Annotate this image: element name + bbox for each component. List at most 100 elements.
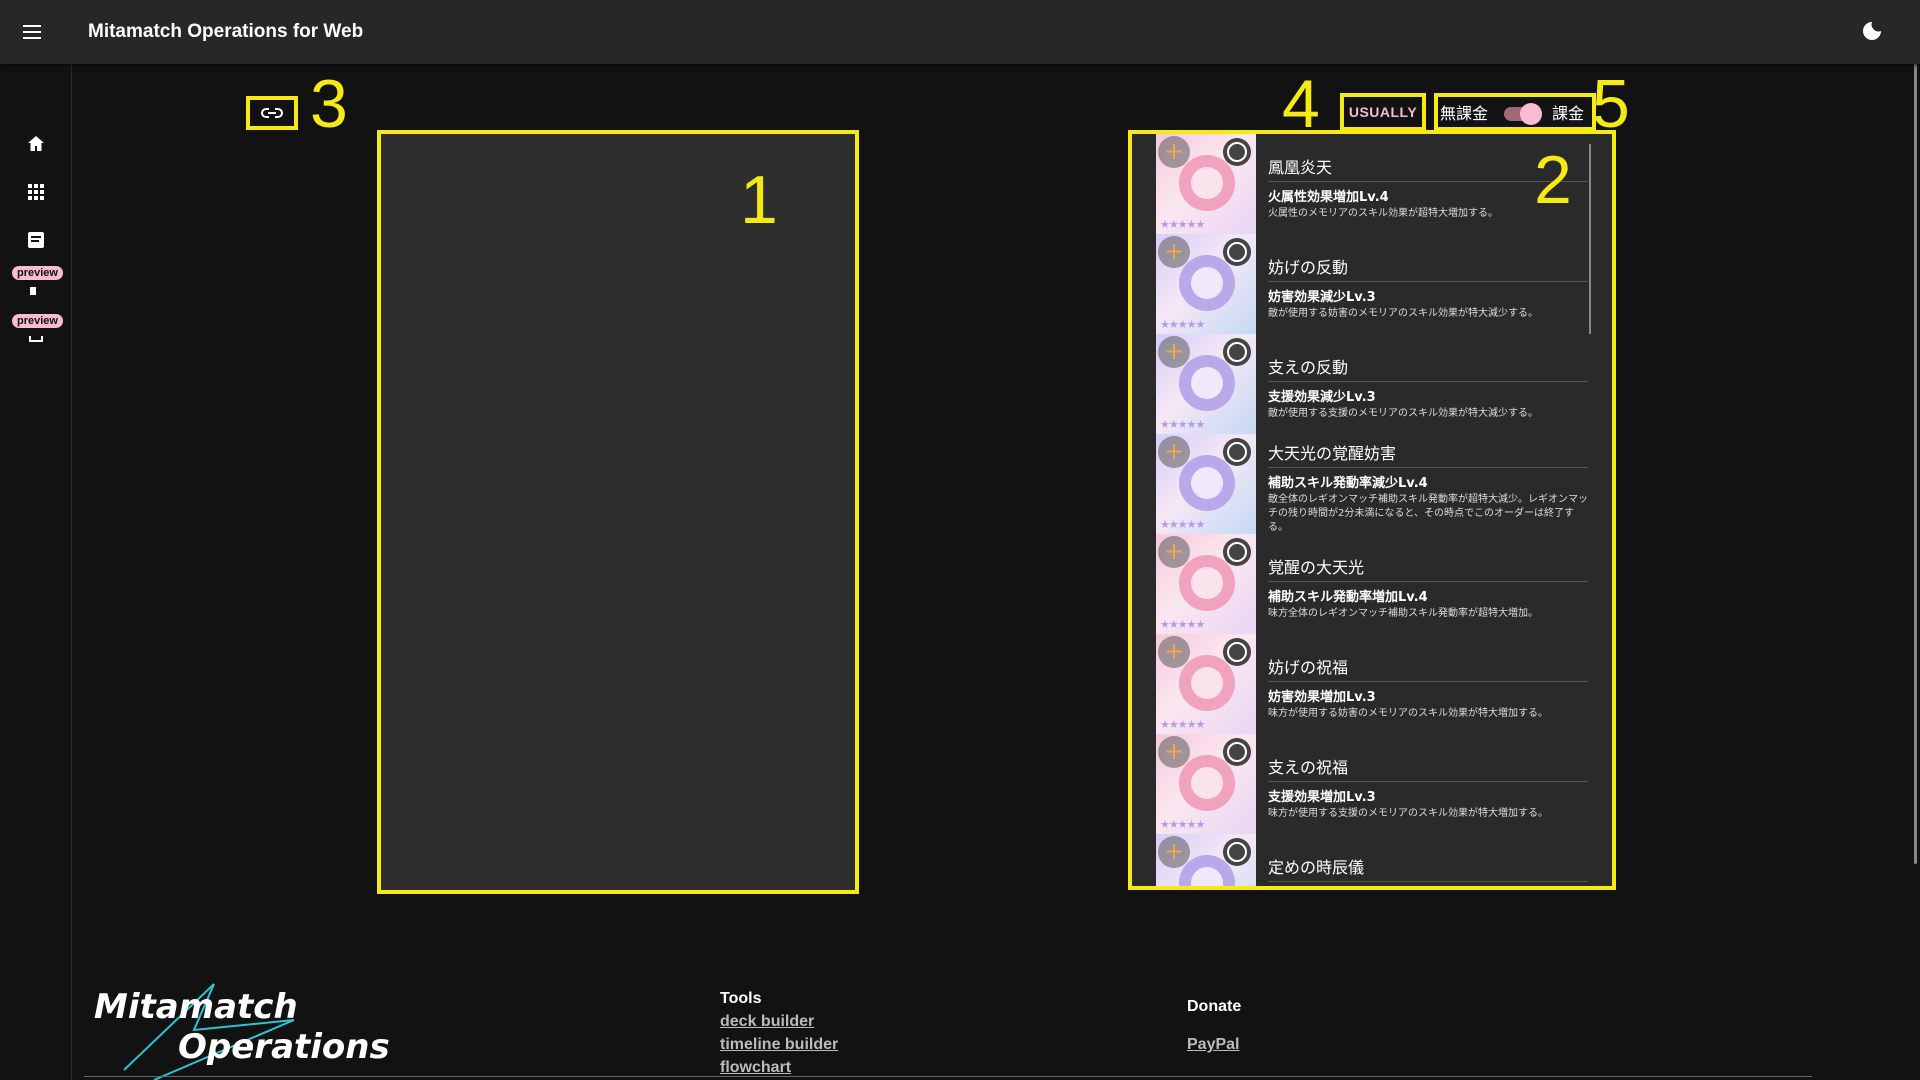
memoria-image: + ★★★★★	[1156, 534, 1256, 634]
memoria-image: + ★★★★★	[1156, 334, 1256, 434]
memoria-skill-description: 敵全体のレギオンマッチ補助スキル発動率が超特大減少。レギオンマッチの残り時間が2…	[1268, 494, 1588, 533]
star-rating: ★★★★★	[1160, 818, 1205, 831]
memoria-skill: 妨害効果減少Lv.3	[1268, 290, 1376, 305]
footer-link-paypal[interactable]: PayPal	[1187, 1036, 1241, 1054]
flowchart-icon	[29, 336, 43, 342]
memoria-image: + ★★★★★	[1156, 734, 1256, 834]
memoria-skill-description: 味方が使用する支援のメモリアのスキル効果が特大増加する。	[1268, 808, 1548, 819]
memoria-name: 定めの時辰儀	[1268, 854, 1588, 882]
add-memoria-button[interactable]: +	[1158, 536, 1190, 568]
star-rating: ★★★★★	[1160, 518, 1205, 531]
memoria-skill-description: 味方が使用する妨害のメモリアのスキル効果が特大増加する。	[1268, 708, 1548, 719]
memoria-name: 大天光の覚醒妨害	[1268, 440, 1588, 468]
list-item[interactable]: + ★★★★★ 鳳凰炎天 火属性効果増加Lv.4 火属性のメモリアのスキル効果が…	[1156, 134, 1596, 234]
memoria-skill: 妨害効果増加Lv.3	[1268, 690, 1376, 705]
footer-donate: Donate PayPal	[1187, 998, 1241, 1054]
memoria-image: + ★★★★★	[1156, 434, 1256, 534]
list-item[interactable]: + ★★★★★ 支えの祝福 支援効果増加Lv.3 味方が使用する支援のメモリアの…	[1156, 734, 1596, 834]
link-icon	[261, 108, 283, 118]
navigation-rail: preview preview	[0, 64, 72, 1080]
list-item[interactable]: + ★★★★★ 妨げの反動 妨害効果減少Lv.3 敵が使用する妨害のメモリアのス…	[1156, 234, 1596, 334]
memoria-skill-description: 敵が使用する支援のメモリアのスキル効果が特大減少する。	[1268, 408, 1538, 419]
dark-mode-toggle-button[interactable]	[1860, 19, 1886, 45]
target-icon[interactable]	[1223, 438, 1251, 466]
paid-label: 課金	[1551, 104, 1584, 123]
usually-button[interactable]: USUALLY	[1340, 93, 1426, 131]
paid-toggle-group: 無課金 課金	[1434, 93, 1596, 131]
footer-link-deck-builder[interactable]: deck builder	[720, 1013, 838, 1031]
document-icon	[28, 232, 44, 248]
annotation-number-2: 2	[1534, 142, 1572, 218]
list-item[interactable]: + ★★★★★ 妨げの祝福 妨害効果増加Lv.3 味方が使用する妨害のメモリアの…	[1156, 634, 1596, 734]
apps-grid-icon	[28, 184, 44, 200]
rail-item-home[interactable]	[16, 124, 56, 164]
svg-text:Operations: Operations	[178, 1027, 390, 1067]
star-rating: ★★★★★	[1160, 618, 1205, 631]
memoria-image: + ★★★★★	[1156, 234, 1256, 334]
target-icon[interactable]	[1223, 138, 1251, 166]
footer-tools: Tools deck builder timeline builder flow…	[720, 990, 838, 1077]
rail-item-document[interactable]	[16, 220, 56, 260]
preview-badge: preview	[12, 314, 63, 328]
annotation-number-1: 1	[740, 162, 778, 238]
moon-icon	[1863, 22, 1881, 40]
paid-switch[interactable]	[1502, 103, 1542, 125]
star-rating: ★★★★★	[1160, 418, 1205, 431]
page-scrollbar[interactable]	[1914, 64, 1917, 864]
memoria-image: + ★★★★★	[1156, 634, 1256, 734]
target-icon[interactable]	[1223, 338, 1251, 366]
footer-tools-heading: Tools	[720, 990, 762, 1007]
add-memoria-button[interactable]: +	[1158, 236, 1190, 268]
memoria-name: 支えの祝福	[1268, 754, 1588, 782]
add-memoria-button[interactable]: +	[1158, 336, 1190, 368]
list-item[interactable]: + ★★★★★ 覚醒の大天光 補助スキル発動率増加Lv.4 味方全体のレギオンマ…	[1156, 534, 1596, 634]
add-memoria-button[interactable]: +	[1158, 836, 1190, 868]
memoria-list[interactable]: + ★★★★★ 鳳凰炎天 火属性効果増加Lv.4 火属性のメモリアのスキル効果が…	[1128, 130, 1616, 890]
app-bar: Mitamatch Operations for Web	[0, 0, 1920, 64]
memoria-skill: 支援効果減少Lv.3	[1268, 390, 1376, 405]
add-memoria-button[interactable]: +	[1158, 136, 1190, 168]
add-memoria-button[interactable]: +	[1158, 436, 1190, 468]
memoria-skill-description: 敵が使用する妨害のメモリアのスキル効果が特大減少する。	[1268, 308, 1538, 319]
share-link-button[interactable]	[246, 96, 298, 130]
free-label: 無課金	[1440, 104, 1489, 123]
mitamatch-operations-logo: Mitamatch Operations	[94, 983, 390, 1080]
list-item[interactable]: + ★★★★★ 大天光の覚醒妨害 補助スキル発動率減少Lv.4 敵全体のレギオン…	[1156, 434, 1596, 534]
target-icon[interactable]	[1223, 838, 1251, 866]
star-rating: ★★★★★	[1160, 318, 1205, 331]
memoria-skill-description: 味方全体のレギオンマッチ補助スキル発動率が超特大増加。	[1268, 608, 1538, 619]
annotation-number-3: 3	[310, 66, 348, 142]
timeline-icon	[30, 287, 36, 295]
target-icon[interactable]	[1223, 638, 1251, 666]
list-item[interactable]: + ★★★★★ 支えの反動 支援効果減少Lv.3 敵が使用する支援のメモリアのス…	[1156, 334, 1596, 434]
svg-text:Mitamatch: Mitamatch	[94, 987, 298, 1027]
star-rating: ★★★★★	[1160, 218, 1205, 231]
footer-divider	[84, 1076, 1812, 1077]
target-icon[interactable]	[1223, 238, 1251, 266]
star-rating: ★★★★★	[1160, 718, 1205, 731]
memoria-image: + ★★★★★	[1156, 134, 1256, 234]
memoria-name: 覚醒の大天光	[1268, 554, 1588, 582]
target-icon[interactable]	[1223, 738, 1251, 766]
memoria-skill: 補助スキル発動率減少Lv.4	[1268, 476, 1428, 491]
memoria-skill: 補助スキル発動率増加Lv.4	[1268, 590, 1428, 605]
home-icon	[28, 136, 44, 151]
app-title: Mitamatch Operations for Web	[88, 21, 364, 42]
deck-panel[interactable]	[377, 130, 859, 894]
memoria-name: 支えの反動	[1268, 354, 1588, 382]
list-item[interactable]: + 定めの時辰儀	[1156, 834, 1596, 886]
memoria-image: +	[1156, 834, 1256, 886]
footer-link-flowchart[interactable]: flowchart	[720, 1059, 838, 1077]
target-icon[interactable]	[1223, 538, 1251, 566]
menu-button[interactable]	[0, 0, 64, 64]
add-memoria-button[interactable]: +	[1158, 636, 1190, 668]
add-memoria-button[interactable]: +	[1158, 736, 1190, 768]
menu-icon	[23, 25, 41, 39]
footer-link-timeline-builder[interactable]: timeline builder	[720, 1036, 838, 1054]
annotation-number-5: 5	[1592, 66, 1630, 142]
rail-item-apps[interactable]	[16, 172, 56, 212]
footer-donate-heading: Donate	[1187, 998, 1242, 1015]
annotation-number-4: 4	[1282, 66, 1320, 142]
memoria-skill: 支援効果増加Lv.3	[1268, 790, 1376, 805]
preview-badge: preview	[12, 266, 63, 280]
